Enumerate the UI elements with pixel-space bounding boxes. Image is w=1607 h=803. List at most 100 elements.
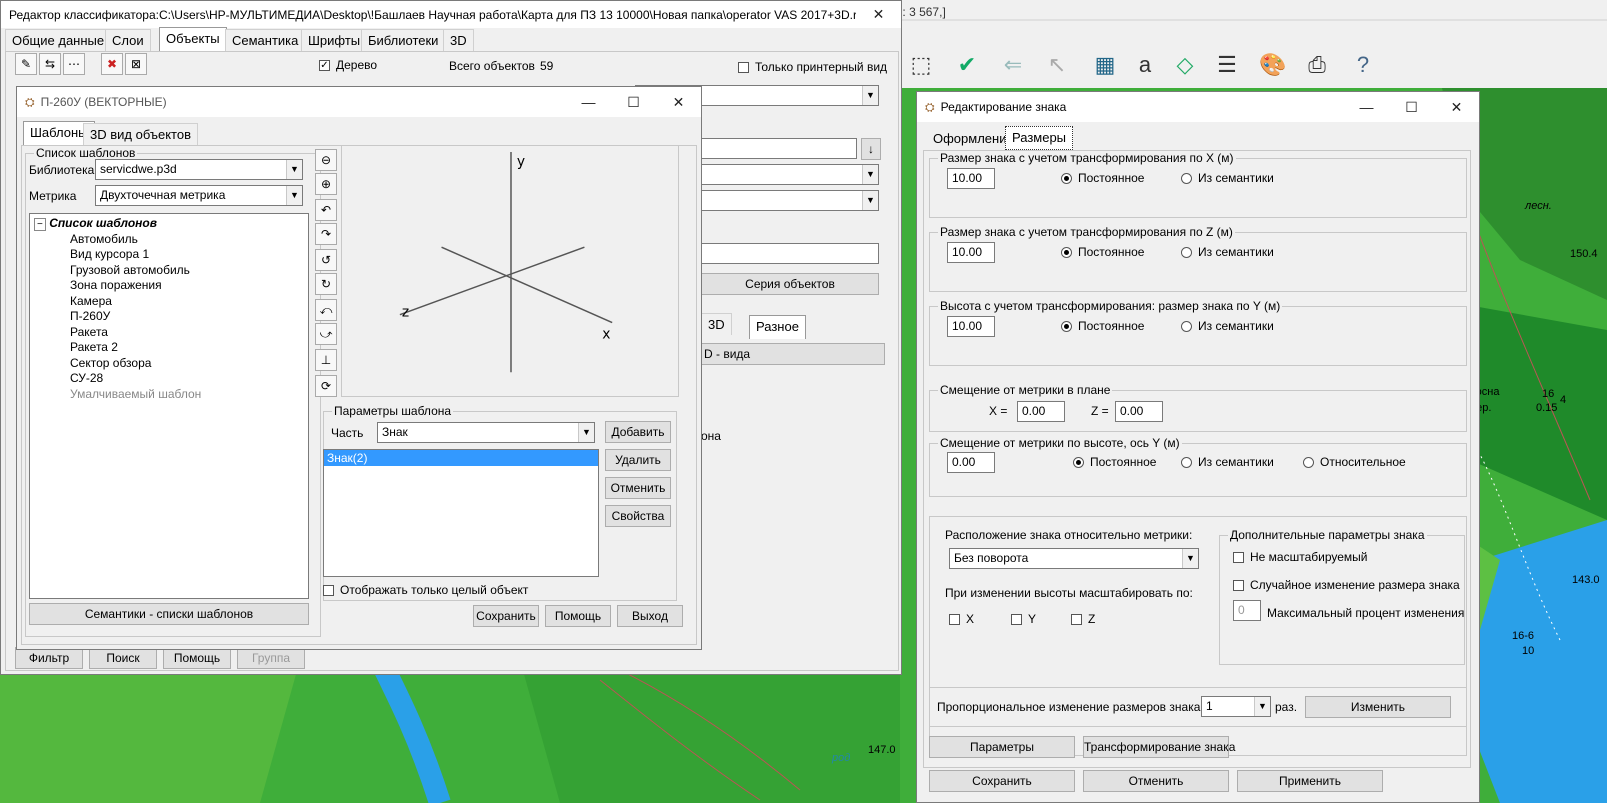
- placement-select[interactable]: Без поворота ▼: [949, 548, 1199, 569]
- part-list[interactable]: Знак(2): [323, 449, 599, 577]
- rotate-y-right-icon[interactable]: ↻: [315, 273, 337, 295]
- tab-sizes[interactable]: Размеры: [1005, 126, 1074, 150]
- rotate-y-left-icon[interactable]: ↺: [315, 249, 337, 271]
- tab-objects[interactable]: Объекты: [159, 27, 227, 51]
- close-icon[interactable]: ✕: [656, 94, 701, 111]
- minimize-icon[interactable]: —: [1344, 99, 1389, 115]
- tree-item[interactable]: Автомобиль: [34, 232, 304, 248]
- print-only-checkbox[interactable]: Только принтерный вид: [738, 60, 887, 74]
- tree-item[interactable]: Вид курсора 1: [34, 247, 304, 263]
- arrow-back-icon[interactable]: ⇐: [996, 48, 1030, 82]
- rotate-x-right-icon[interactable]: ⤻: [315, 323, 337, 345]
- size-constant-radio[interactable]: Постоянное: [1061, 319, 1144, 333]
- close-icon[interactable]: ✕: [856, 6, 901, 23]
- offset-height-relative-radio[interactable]: Относительное: [1303, 455, 1406, 469]
- tab-3d-view[interactable]: 3D вид объектов: [83, 123, 198, 145]
- size-semantics-radio[interactable]: Из семантики: [1181, 245, 1274, 259]
- grid-icon[interactable]: ⋯: [63, 53, 85, 75]
- size-semantics-radio[interactable]: Из семантики: [1181, 171, 1274, 185]
- apply-button[interactable]: Применить: [1237, 770, 1383, 792]
- tree-item[interactable]: Ракета: [34, 325, 304, 341]
- help-button[interactable]: Помощь: [163, 647, 231, 669]
- printer-icon[interactable]: ⎙: [1300, 48, 1334, 82]
- scale-x-checkbox[interactable]: X: [949, 612, 974, 626]
- tree-item[interactable]: Камера: [34, 294, 304, 310]
- save-button[interactable]: Сохранить: [929, 770, 1075, 792]
- draw-line-icon[interactable]: ✎: [15, 53, 37, 75]
- whole-object-checkbox[interactable]: Отображать только целый объект: [323, 583, 528, 597]
- minimize-icon[interactable]: —: [566, 94, 611, 110]
- tab-misc[interactable]: Разное: [749, 315, 806, 339]
- view-3d-button[interactable]: D - вида: [701, 343, 885, 365]
- size-constant-radio[interactable]: Постоянное: [1061, 245, 1144, 259]
- save-button[interactable]: Сохранить: [473, 605, 539, 627]
- tree-item[interactable]: Ракета 2: [34, 340, 304, 356]
- polygon-icon[interactable]: ◇: [1168, 48, 1202, 82]
- tab-3d[interactable]: 3D: [443, 29, 474, 51]
- add-button[interactable]: Добавить: [605, 421, 671, 443]
- template-preview[interactable]: y x z: [341, 145, 679, 397]
- collapse-icon[interactable]: −: [34, 218, 46, 231]
- search-button[interactable]: Поиск: [89, 647, 157, 669]
- tree-item[interactable]: Грузовой автомобиль: [34, 263, 304, 279]
- offset-x-input[interactable]: 0.00: [1017, 401, 1065, 422]
- proportional-select[interactable]: 1 ▼: [1201, 696, 1271, 717]
- offset-height-semantics-radio[interactable]: Из семантики: [1181, 455, 1274, 469]
- arrow-down-button[interactable]: ↓: [861, 138, 881, 160]
- editor-combo-2[interactable]: ▼: [701, 164, 879, 185]
- filter-button[interactable]: Фильтр: [15, 647, 83, 669]
- size-value-input[interactable]: 10.00: [947, 242, 995, 263]
- text-cursor-icon[interactable]: a: [1128, 48, 1162, 82]
- tab-libraries[interactable]: Библиотеки: [361, 29, 446, 51]
- transform-button[interactable]: Трансформирование знака: [1083, 736, 1235, 758]
- axes-icon[interactable]: ⊥: [315, 349, 337, 371]
- tab-fonts[interactable]: Шрифты: [301, 29, 368, 51]
- tree-item[interactable]: Зона поражения: [34, 278, 304, 294]
- tree-checkbox[interactable]: ✓ Дерево: [319, 58, 377, 72]
- exit-button[interactable]: Выход: [617, 605, 683, 627]
- part-select[interactable]: Знак ▼: [377, 422, 595, 443]
- swap-icon[interactable]: ⇆: [39, 53, 61, 75]
- tree-root[interactable]: − Список шаблонов: [34, 216, 304, 232]
- size-constant-radio[interactable]: Постоянное: [1061, 171, 1144, 185]
- size-semantics-radio[interactable]: Из семантики: [1181, 319, 1274, 333]
- editor-input-2[interactable]: [701, 243, 879, 264]
- size-value-input[interactable]: 10.00: [947, 168, 995, 189]
- tab-general[interactable]: Общие данные: [5, 29, 112, 51]
- list-icon[interactable]: ☰: [1210, 48, 1244, 82]
- change-button[interactable]: Изменить: [1305, 696, 1451, 718]
- help-cursor-icon[interactable]: ?: [1346, 48, 1380, 82]
- tree-item-default[interactable]: Умалчиваемый шаблон: [34, 387, 304, 403]
- metric-select[interactable]: Двухточечная метрика ▼: [95, 185, 303, 206]
- help-button[interactable]: Помощь: [545, 605, 611, 627]
- cursor-icon[interactable]: ↖: [1040, 48, 1074, 82]
- rotate-z-right-icon[interactable]: ↷: [315, 223, 337, 245]
- list-item-selected[interactable]: Знак(2): [324, 450, 598, 466]
- parameters-button[interactable]: Параметры: [929, 736, 1075, 758]
- refresh-icon[interactable]: ⟳: [315, 375, 337, 397]
- properties-button[interactable]: Свойства: [605, 505, 671, 527]
- cancel-button[interactable]: Отменить: [605, 477, 671, 499]
- check-icon[interactable]: ✔: [950, 48, 984, 82]
- tab-layers[interactable]: Слои: [105, 29, 151, 51]
- tree-item[interactable]: СУ-28: [34, 371, 304, 387]
- tab-3d-inner[interactable]: 3D: [701, 313, 732, 335]
- library-select[interactable]: servicdwe.p3d ▼: [95, 159, 303, 180]
- scale-z-checkbox[interactable]: Z: [1071, 612, 1095, 626]
- rotate-z-left-icon[interactable]: ↶: [315, 199, 337, 221]
- template-tree[interactable]: − Список шаблонов Автомобиль Вид курсора …: [29, 213, 309, 599]
- series-button[interactable]: Серия объектов: [701, 273, 879, 295]
- zoom-in-icon[interactable]: ⊕: [315, 173, 337, 195]
- editor-combo-3[interactable]: ▼: [701, 190, 879, 211]
- semantics-templates-button[interactable]: Семантики - списки шаблонов: [29, 603, 309, 625]
- not-scalable-checkbox[interactable]: Не масштабируемый: [1233, 550, 1368, 564]
- delete-button[interactable]: Удалить: [605, 449, 671, 471]
- scale-y-checkbox[interactable]: Y: [1011, 612, 1036, 626]
- maximize-icon[interactable]: ☐: [611, 94, 656, 111]
- delete-icon[interactable]: ✖: [101, 53, 123, 75]
- offset-z-input[interactable]: 0.00: [1115, 401, 1163, 422]
- tab-semantics[interactable]: Семантика: [225, 29, 306, 51]
- size-value-input[interactable]: 10.00: [947, 316, 995, 337]
- tree-item[interactable]: П-260У: [34, 309, 304, 325]
- zoom-out-icon[interactable]: ⊖: [315, 149, 337, 171]
